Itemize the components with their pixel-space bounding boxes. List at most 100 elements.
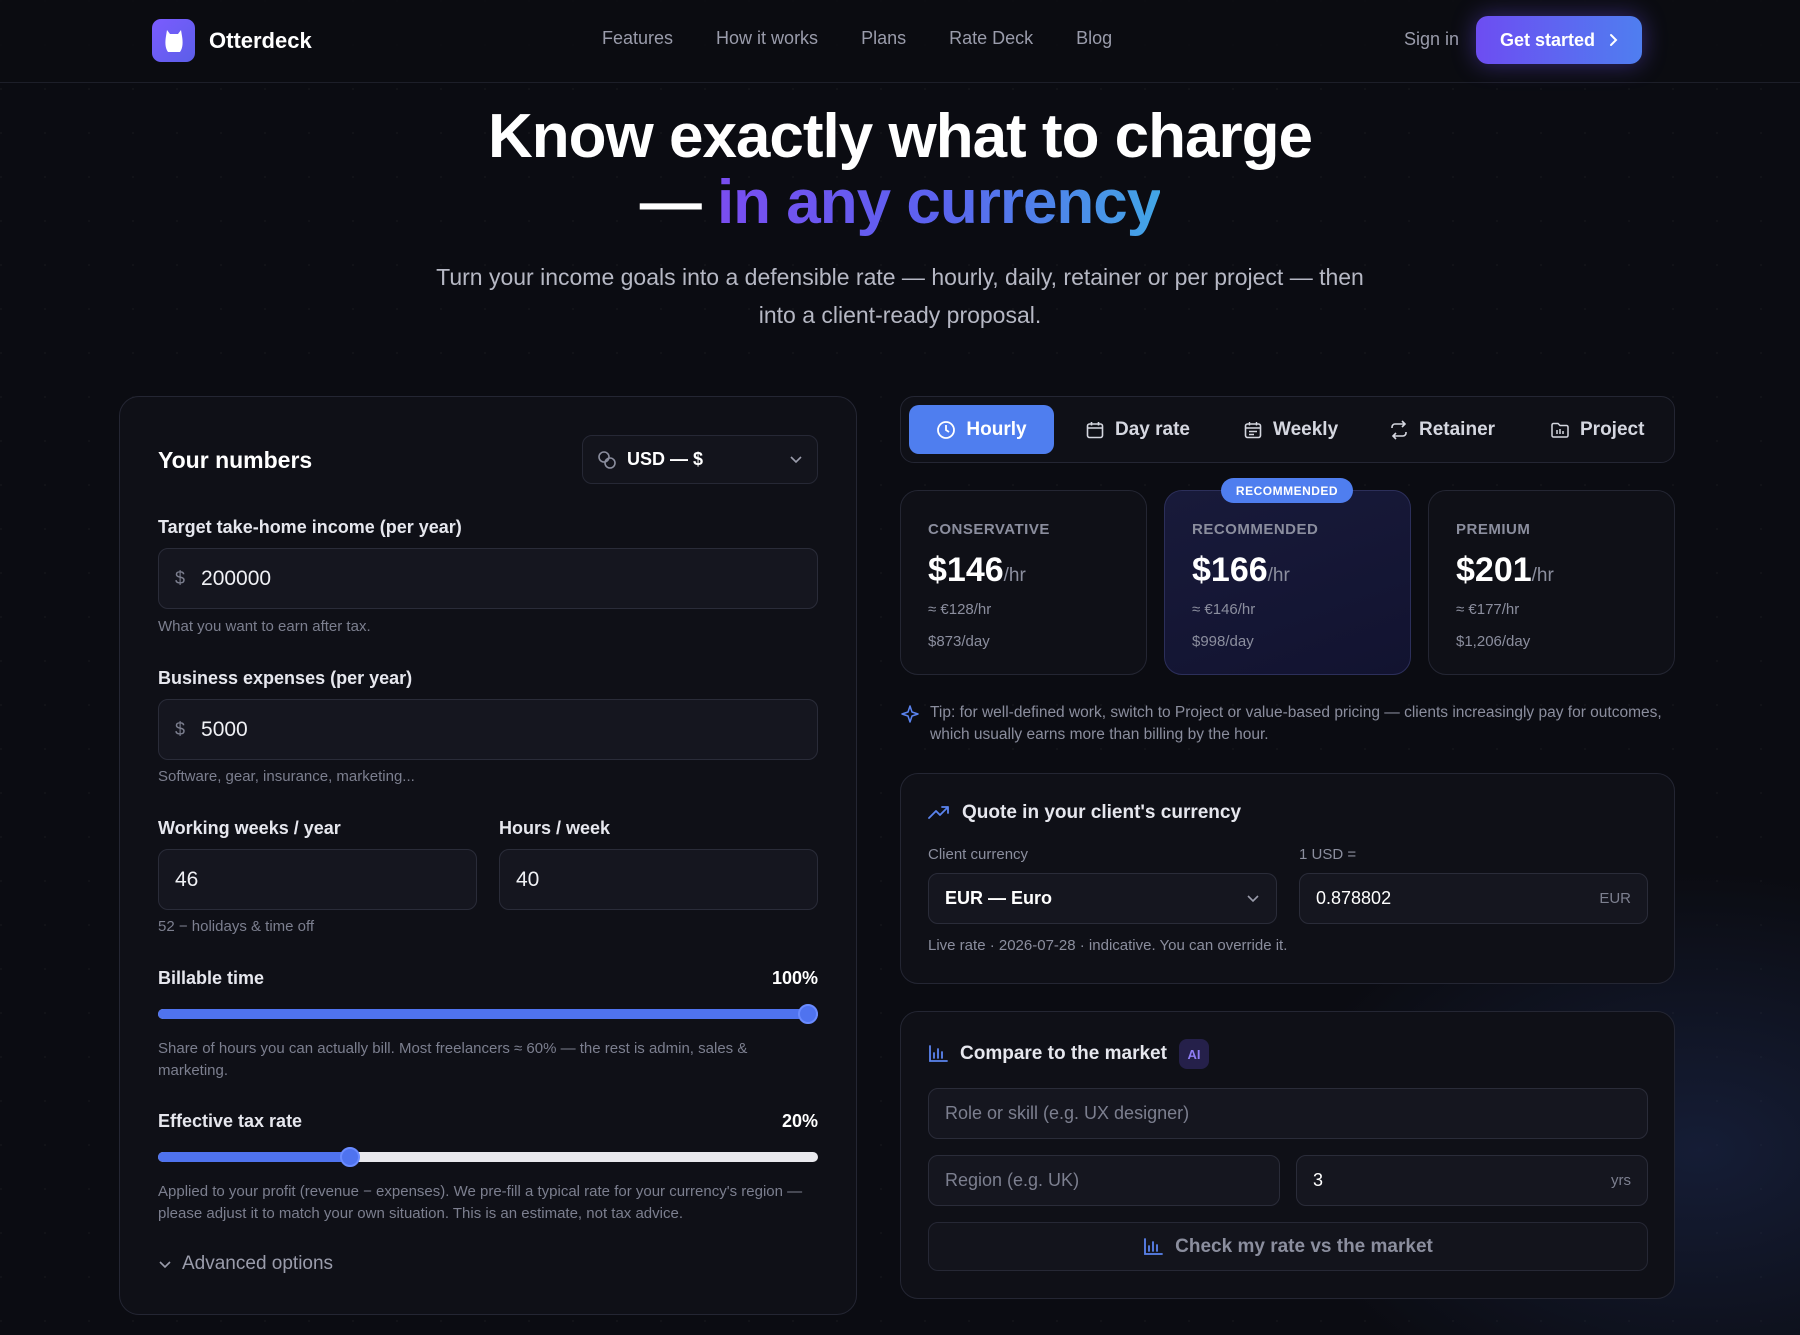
tab-retainer[interactable]: Retainer [1371,405,1513,454]
currency-select-value: USD — $ [627,449,704,469]
trending-up-icon [928,806,949,819]
billable-value: 100% [771,968,818,988]
live-rate-note: Live rate · 2026-07-28 · indicative. You… [928,937,1288,954]
rate-card-conservative[interactable]: CONSERVATIVE $146/hr ≈ €128/hr $873/day [900,490,1147,675]
nav-link-rate-deck[interactable]: Rate Deck [949,28,1033,49]
rate-card-label: CONSERVATIVE [928,521,1050,538]
nav-links: Features How it works Plans Rate Deck Bl… [602,28,1112,49]
ai-badge: AI [1178,1039,1209,1069]
weeks-input[interactable]: 46 [158,849,477,910]
rate-card-price-value: $166 [1192,551,1268,589]
rate-card-converted: ≈ €128/hr [928,601,992,618]
expenses-prefix: $ [175,719,186,739]
years-value: 3 [1313,1170,1324,1190]
expenses-value: 5000 [201,717,248,741]
tax-slider-fill [158,1152,351,1162]
billable-slider[interactable] [158,1004,818,1024]
tab-day-rate[interactable]: Day rate [1067,405,1208,454]
rate-card-converted: ≈ €146/hr [1192,601,1256,618]
tax-help: Applied to your profit (revenue − expens… [158,1183,803,1222]
role-input[interactable]: Role or skill (e.g. UX designer) [928,1088,1648,1139]
rate-card-converted: ≈ €177/hr [1456,601,1520,618]
bar-chart-icon [929,1045,948,1062]
rate-type-tabs: Hourly Day rate Weekly Retainer Project [900,396,1675,463]
currency-select[interactable]: USD — $ [582,435,818,484]
weeks-help: 52 − holidays & time off [158,918,315,935]
tab-weekly[interactable]: Weekly [1225,405,1356,454]
tab-hourly[interactable]: Hourly [909,405,1054,454]
rate-card-premium[interactable]: PREMIUM $201/hr ≈ €177/hr $1,206/day [1428,490,1675,675]
hero-title: Know exactly what to charge — in any cur… [0,104,1800,236]
chevron-right-icon [1610,34,1618,46]
nav-link-features[interactable]: Features [602,28,673,49]
income-value: 200000 [201,566,272,590]
calendar-icon [1086,421,1104,438]
check-rate-button[interactable]: Check my rate vs the market [928,1222,1648,1271]
exchange-rate-suffix: EUR [1599,890,1631,907]
exchange-rate-value: 0.878802 [1316,888,1392,908]
quote-title-text: Quote in your client's currency [962,802,1242,823]
nav-link-plans[interactable]: Plans [861,28,906,49]
market-title-text: Compare to the market [960,1043,1167,1064]
market-compare-panel: Compare to the market AI Role or skill (… [900,1011,1675,1299]
nav-link-how-it-works[interactable]: How it works [716,28,818,49]
calendar-week-icon [1244,421,1262,438]
exchange-rate-input[interactable]: 0.878802 EUR [1299,873,1648,924]
tab-retainer-label: Retainer [1419,418,1496,440]
exchange-rate-label: 1 USD = [1299,846,1357,863]
region-input-placeholder: Region (e.g. UK) [945,1170,1080,1190]
years-input[interactable]: 3 yrs [1296,1155,1648,1206]
rate-card-price-unit: /hr [1531,565,1554,586]
rate-card-recommended[interactable]: RECOMMENDED $166/hr ≈ €146/hr $998/day [1164,490,1411,675]
income-input[interactable]: $ 200000 [158,548,818,609]
get-started-button[interactable]: Get started [1476,16,1642,64]
pricing-tip-text: Tip: for well-defined work, switch to Pr… [930,704,1662,743]
advanced-options-toggle[interactable]: Advanced options [158,1253,333,1275]
advanced-options-label: Advanced options [182,1253,334,1274]
expenses-help: Software, gear, insurance, marketing... [158,768,415,785]
hero-title-highlight: in any currency [716,168,1161,237]
clock-icon [937,420,956,439]
rate-card-price-unit: /hr [1003,565,1026,586]
hours-value: 40 [516,867,540,891]
region-input[interactable]: Region (e.g. UK) [928,1155,1280,1206]
rate-card-day: $873/day [928,633,990,650]
billable-slider-fill [158,1009,808,1019]
check-rate-label: Check my rate vs the market [1175,1235,1433,1257]
billable-label: Billable time [158,968,265,988]
otter-logo-icon [152,19,195,62]
tax-slider[interactable] [158,1147,818,1167]
billable-slider-handle[interactable] [798,1004,818,1024]
tab-hourly-label: Hourly [966,418,1027,440]
sign-in-link[interactable]: Sign in [1404,29,1459,50]
panel-title: Your numbers [158,447,313,473]
rate-card-price: $201/hr [1456,551,1554,590]
quote-currency-panel: Quote in your client's currency Client c… [900,773,1675,984]
tax-value: 20% [781,1111,818,1131]
rate-card-price-unit: /hr [1267,565,1290,586]
recommended-badge: RECOMMENDED [1221,478,1353,503]
brand-name: Otterdeck [209,27,312,53]
tax-slider-handle[interactable] [340,1147,361,1167]
rate-card-day: $998/day [1192,633,1254,650]
nav-link-blog[interactable]: Blog [1076,28,1112,49]
weeks-value: 46 [175,867,199,891]
get-started-label: Get started [1499,29,1596,50]
role-input-placeholder: Role or skill (e.g. UX designer) [945,1103,1190,1123]
hero-subtitle: Turn your income goals into a defensible… [436,264,1364,328]
coins-icon [598,450,616,469]
billable-help: Share of hours you can actually bill. Mo… [158,1040,748,1079]
tab-weekly-label: Weekly [1273,418,1339,440]
expenses-input[interactable]: $ 5000 [158,699,818,760]
brand[interactable]: Otterdeck [152,19,312,62]
sparkle-icon [901,705,919,723]
bar-chart-icon [1144,1237,1164,1255]
tab-project[interactable]: Project [1532,405,1662,454]
hero-title-line1: Know exactly what to charge [488,102,1313,171]
rate-card-label: PREMIUM [1456,521,1531,538]
tab-project-label: Project [1580,418,1645,440]
rate-card-price: $166/hr [1192,551,1290,590]
tab-day-rate-label: Day rate [1115,418,1190,440]
hours-input[interactable]: 40 [499,849,818,910]
client-currency-select[interactable]: EUR — Euro [928,873,1277,924]
